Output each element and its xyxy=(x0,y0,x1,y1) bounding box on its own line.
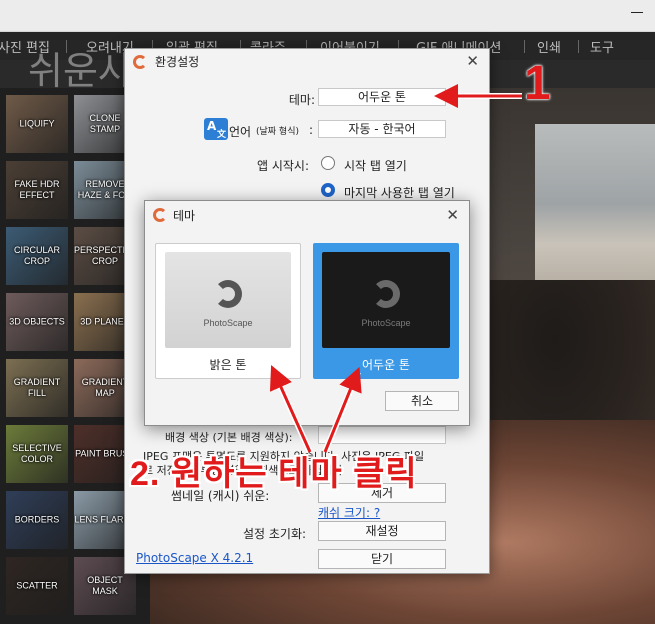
tool-tile[interactable]: BORDERS xyxy=(6,491,68,549)
theme-dialog-title: 테마 xyxy=(173,209,196,223)
tool-tile-label: 3D OBJECTS xyxy=(9,316,65,327)
radio-last-tab-label: 마지막 사용한 탭 열기 xyxy=(344,186,455,200)
preview-logo-text: PhotoScape xyxy=(203,318,253,328)
step-two-annotation: 2. 원하는 테마 클릭 xyxy=(130,455,418,493)
photoscape-logo-icon xyxy=(372,280,400,308)
tool-tile-label: OBJECT MASK xyxy=(87,575,123,596)
tool-tile-label: GRADIENT FILL xyxy=(13,377,61,398)
dark-theme-label: 어두운 톤 xyxy=(362,358,410,372)
photoscape-logo-icon xyxy=(214,280,242,308)
theme-cancel-button[interactable]: 취소 xyxy=(385,391,459,411)
close-icon[interactable]: ✕ xyxy=(466,52,479,70)
radio-start-tab[interactable] xyxy=(321,156,335,170)
tool-tile[interactable]: SCATTER xyxy=(6,557,68,615)
menu-divider xyxy=(524,40,525,53)
light-theme-card[interactable]: PhotoScape 밝은 톤 xyxy=(155,243,301,379)
light-theme-label: 밝은 톤 xyxy=(209,358,247,372)
preview-logo-text: PhotoScape xyxy=(361,318,411,328)
background-color-field[interactable] xyxy=(318,426,446,444)
tool-tile[interactable]: FAKE HDR EFFECT xyxy=(6,161,68,219)
close-button[interactable]: 닫기 xyxy=(318,549,446,569)
language-label: 언어 xyxy=(229,125,252,139)
language-hint: (날짜 형식) xyxy=(256,127,300,137)
menu-tools[interactable]: 도구 xyxy=(590,37,614,56)
tool-tile[interactable]: CIRCULAR CROP xyxy=(6,227,68,285)
dark-theme-card[interactable]: PhotoScape 어두운 톤 xyxy=(313,243,459,379)
tool-tile-label: CIRCULAR CROP xyxy=(13,245,60,266)
tool-tile-label: LIQUIFY xyxy=(19,118,55,129)
language-select[interactable]: 자동 - 한국어 xyxy=(318,120,446,138)
theme-dialog: 테마 ✕ PhotoScape 밝은 톤 PhotoScape 어두운 톤 취소 xyxy=(144,200,470,426)
dark-theme-preview: PhotoScape xyxy=(322,252,450,348)
minimize-icon[interactable] xyxy=(631,12,643,13)
translate-icon: A 文 xyxy=(204,118,228,140)
tool-tile-label: SCATTER xyxy=(16,580,58,591)
language-colon: : xyxy=(309,123,314,137)
watermark-logo: 쉬운사 xyxy=(28,49,133,93)
reset-label: 설정 초기화: xyxy=(243,527,307,541)
tool-tile-label: FAKE HDR EFFECT xyxy=(14,179,60,200)
reset-button[interactable]: 재설정 xyxy=(318,521,446,541)
settings-title: 환경설정 xyxy=(155,55,200,69)
photoscape-window: 사진 편집 오려내기 일괄 편집 콜라주 이어붙이기 GIF 애니메이션 인쇄 … xyxy=(0,0,655,624)
close-icon[interactable]: ✕ xyxy=(446,206,459,224)
window-titlebar xyxy=(0,0,655,32)
app-logo-icon xyxy=(133,55,147,69)
tool-tile[interactable]: GRADIENT FILL xyxy=(6,359,68,417)
theme-label: 테마: xyxy=(288,93,315,107)
theme-select[interactable]: 어두운 톤 xyxy=(318,88,446,106)
radio-last-tab[interactable] xyxy=(321,183,335,197)
app-logo-icon xyxy=(153,208,167,222)
step-one-annotation: 1 xyxy=(524,57,551,110)
cache-size-link[interactable]: 캐쉬 크기: ? xyxy=(318,504,380,521)
tool-tile[interactable]: SELECTIVE COLOR xyxy=(6,425,68,483)
settings-titlebar: 환경설정 ✕ xyxy=(125,49,489,75)
tool-tile[interactable]: LIQUIFY xyxy=(6,95,68,153)
startup-label: 앱 시작시: xyxy=(257,159,310,173)
tool-tile-label: BORDERS xyxy=(14,514,60,525)
tool-tile-label: SELECTIVE COLOR xyxy=(12,443,62,464)
light-theme-preview: PhotoScape xyxy=(165,252,291,348)
tool-tile[interactable]: 3D OBJECTS xyxy=(6,293,68,351)
version-link[interactable]: PhotoScape X 4.2.1 xyxy=(136,551,253,565)
menu-divider xyxy=(578,40,579,53)
radio-start-tab-label: 시작 탭 열기 xyxy=(344,159,407,173)
background-color-label: 배경 색상 (기본 배경 색상): xyxy=(165,431,293,444)
menu-print[interactable]: 인쇄 xyxy=(537,37,561,56)
